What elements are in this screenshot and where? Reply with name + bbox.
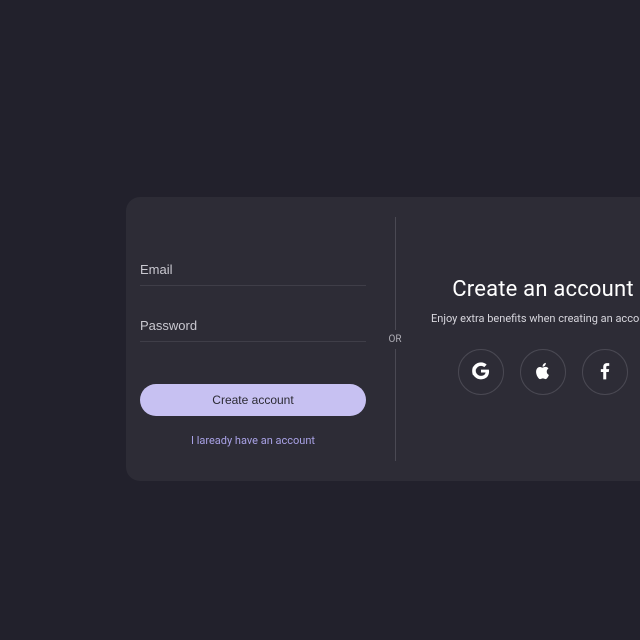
panel-subtitle: Enjoy extra benefits when creating an ac… xyxy=(431,312,640,325)
google-signin-button[interactable] xyxy=(458,349,504,395)
social-panel: Create an account Enjoy extra benefits w… xyxy=(410,197,640,481)
apple-icon xyxy=(533,361,553,384)
divider: OR xyxy=(380,197,410,481)
google-icon xyxy=(471,361,491,384)
create-account-button[interactable]: Create account xyxy=(140,384,366,416)
email-field[interactable] xyxy=(140,252,366,286)
facebook-signin-button[interactable] xyxy=(582,349,628,395)
email-field-wrap xyxy=(140,252,366,286)
apple-signin-button[interactable] xyxy=(520,349,566,395)
form-panel: Create account I laready have an account xyxy=(126,197,380,481)
password-field[interactable] xyxy=(140,308,366,342)
signup-card: Create account I laready have an account… xyxy=(126,197,640,481)
divider-label: OR xyxy=(388,330,401,349)
password-field-wrap xyxy=(140,308,366,342)
already-have-account-link[interactable]: I laready have an account xyxy=(140,434,366,447)
panel-title: Create an account xyxy=(452,277,634,302)
facebook-icon xyxy=(595,361,615,384)
social-buttons-row xyxy=(458,349,628,395)
